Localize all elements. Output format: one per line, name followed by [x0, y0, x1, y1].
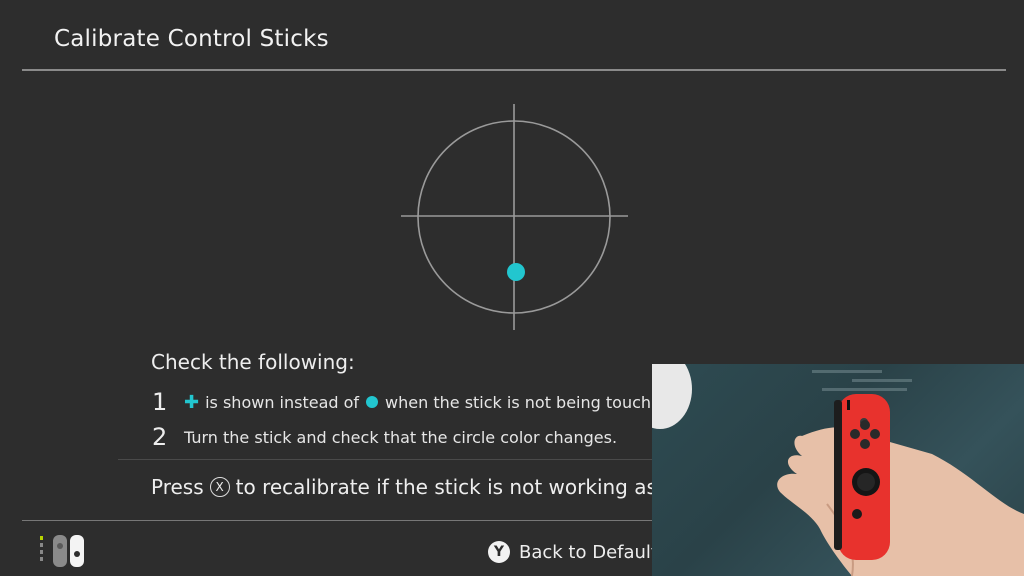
- y-button-icon: Y: [488, 541, 510, 563]
- hand-holding-red-joycon: [652, 364, 1024, 576]
- header-divider: [22, 69, 1006, 71]
- x-button-icon: X: [209, 477, 230, 497]
- step-text-b: when the stick is not being touch: [385, 392, 652, 412]
- step-text-a: is shown instead of: [205, 392, 360, 412]
- back-to-default-button[interactable]: Y Back to Default: [488, 541, 658, 563]
- instruction-step-1: 1 ✚ is shown instead of when the stick i…: [152, 388, 651, 416]
- joycon-icon: [40, 535, 84, 567]
- stick-position-diagram: [401, 104, 628, 330]
- recalibrate-text-a: Press: [151, 475, 204, 499]
- instructions-divider: [118, 459, 658, 460]
- step-number: 1: [152, 388, 168, 416]
- step-text: Turn the stick and check that the circle…: [184, 427, 618, 447]
- instruction-step-2: 2 Turn the stick and check that the circ…: [152, 423, 617, 451]
- step-number: 2: [152, 423, 168, 451]
- plus-icon: ✚: [184, 391, 200, 413]
- back-to-default-label: Back to Default: [519, 541, 658, 563]
- check-heading: Check the following:: [151, 350, 355, 374]
- recalibrate-text-b: to recalibrate if the stick is not worki…: [235, 475, 675, 499]
- dot-icon: [366, 396, 379, 408]
- recalibrate-instruction: Press X to recalibrate if the stick is n…: [151, 475, 674, 499]
- page-title: Calibrate Control Sticks: [54, 26, 329, 52]
- stick-position-dot: [507, 263, 525, 281]
- camera-inset: [652, 364, 1024, 576]
